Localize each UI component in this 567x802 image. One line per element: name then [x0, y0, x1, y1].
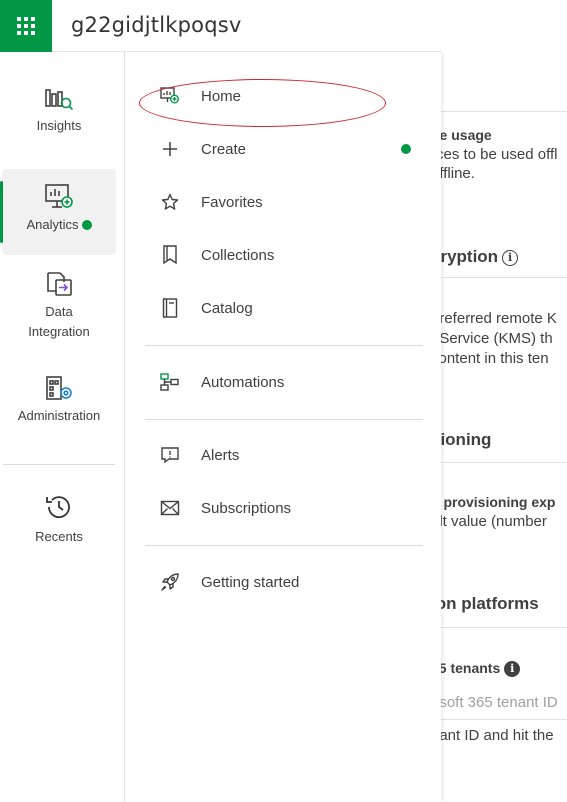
menu-divider — [145, 345, 423, 346]
menu-label: Subscriptions — [201, 499, 292, 517]
tenant-id-input[interactable]: osoft 365 tenant ID — [431, 694, 558, 711]
menu-item-home[interactable]: Home — [146, 78, 426, 114]
rail-label: Recents — [35, 529, 83, 544]
menu-item-catalog[interactable]: Catalog — [146, 290, 426, 326]
menu-item-create[interactable]: Create — [146, 131, 426, 167]
rail-item-analytics[interactable]: Analytics — [0, 169, 116, 255]
encryption-heading-text: cryption — [431, 247, 499, 266]
menu-label: Favorites — [201, 193, 263, 211]
insights-icon — [45, 89, 74, 111]
menu-label: Collections — [201, 246, 275, 264]
integration-platforms-heading: ion platforms — [431, 594, 539, 613]
section-divider — [441, 462, 567, 463]
rail-label: Administration — [17, 408, 101, 423]
catalog-icon — [159, 297, 181, 319]
home-icon — [159, 85, 181, 107]
administration-icon — [46, 376, 72, 400]
provisioning-text: ult value (number — [431, 513, 547, 530]
rail-item-administration[interactable]: Administration — [2, 374, 116, 434]
rail-divider — [3, 464, 115, 465]
menu-label: Getting started — [201, 573, 300, 591]
status-dot — [81, 220, 92, 230]
input-underline — [441, 719, 567, 720]
section-divider — [441, 111, 567, 112]
left-navigation-rail: Insights Analytics Data Integration Admi… — [0, 52, 125, 802]
rail-item-insights[interactable]: Insights — [2, 86, 116, 146]
menu-item-automations[interactable]: Automations — [146, 364, 426, 400]
section-divider — [441, 277, 567, 278]
menu-label: Catalog — [201, 299, 253, 317]
menu-item-collections[interactable]: Collections — [146, 237, 426, 273]
star-icon — [159, 191, 181, 213]
menu-label: Alerts — [201, 446, 240, 464]
rail-label: Integration — [28, 324, 90, 339]
analytics-flyout-menu: Home Create Favorites Collections Catalo… — [126, 52, 441, 802]
rail-label: Insights — [36, 118, 82, 133]
menu-label: Home — [201, 87, 242, 105]
rail-item-recents[interactable]: Recents — [2, 491, 116, 551]
menu-divider — [145, 419, 423, 420]
analytics-icon — [45, 184, 73, 208]
top-bar: g22gidjtlkpoqsv — [0, 0, 441, 52]
encryption-text-3: content in this ten — [431, 350, 549, 367]
offline-usage-text-1: rces to be used offl — [431, 146, 558, 163]
menu-divider — [145, 545, 423, 546]
plus-icon — [159, 138, 181, 160]
info-icon[interactable]: i — [504, 661, 521, 677]
data-integration-icon — [47, 272, 72, 296]
tenant-name: g22gidjtlkpoqsv — [71, 13, 242, 37]
menu-label: Create — [201, 140, 247, 158]
section-divider — [441, 627, 567, 628]
menu-item-alerts[interactable]: Alerts — [146, 437, 426, 473]
m365-tenants-text: 65 tenants — [431, 660, 501, 676]
info-icon[interactable]: i — [502, 250, 519, 266]
menu-label: Automations — [201, 373, 285, 391]
automations-icon — [159, 371, 181, 393]
rail-item-data-integration[interactable]: Data Integration — [2, 270, 116, 344]
encryption-text-1: preferred remote K — [431, 310, 557, 327]
menu-item-subscriptions[interactable]: Subscriptions — [146, 490, 426, 526]
alert-icon — [159, 444, 181, 466]
grid-icon — [17, 17, 35, 35]
menu-item-getting-started[interactable]: Getting started — [146, 564, 426, 600]
m365-tenants-label: 65 tenants i — [431, 660, 521, 677]
app-launcher-button[interactable] — [0, 0, 52, 52]
bookmark-icon — [159, 244, 181, 266]
rail-label: Analytics — [26, 217, 79, 232]
rocket-icon — [159, 571, 181, 593]
envelope-icon — [159, 497, 181, 519]
status-dot — [401, 144, 411, 154]
provisioning-label: o provisioning exp — [431, 494, 556, 510]
recents-icon — [46, 496, 70, 519]
menu-item-favorites[interactable]: Favorites — [146, 184, 426, 220]
rail-label: Data — [45, 304, 73, 319]
tenant-id-help-text: nant ID and hit the — [431, 727, 554, 744]
encryption-text-2: t Service (KMS) th — [431, 330, 553, 347]
encryption-heading: cryption i — [431, 247, 519, 267]
